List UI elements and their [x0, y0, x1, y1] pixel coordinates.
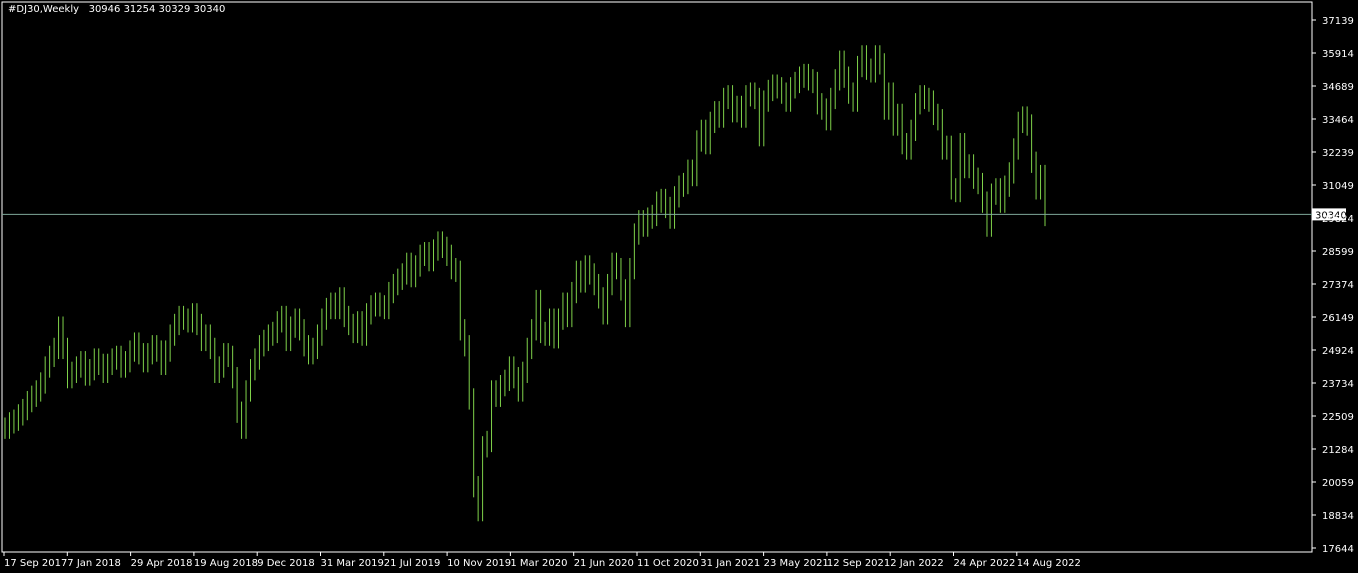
y-tick-label: 20059: [1322, 478, 1354, 489]
y-tick-label: 26149: [1322, 313, 1354, 324]
y-tick-label: 17644: [1322, 544, 1354, 555]
x-tick-label: 31 Jan 2021: [700, 558, 760, 569]
y-tick-label: 23734: [1322, 379, 1354, 390]
symbol-name: #DJ30,Weekly: [8, 4, 80, 15]
x-tick-label: 19 Aug 2018: [194, 558, 258, 569]
x-tick-label: 24 Apr 2022: [954, 558, 1016, 569]
y-tick-label: 21284: [1322, 445, 1354, 456]
y-tick-label: 32239: [1322, 148, 1354, 159]
y-tick-label: 34689: [1322, 82, 1354, 93]
x-tick-label: 1 Mar 2020: [510, 558, 567, 569]
symbol-label: #DJ30,Weekly 30946 31254 30329 30340: [8, 4, 225, 15]
x-tick-label: 9 Dec 2018: [257, 558, 315, 569]
x-tick-label: 29 Apr 2018: [131, 558, 193, 569]
y-tick-label: 22509: [1322, 412, 1354, 423]
x-tick-label: 17 Sep 2017: [4, 558, 67, 569]
chart-window[interactable]: 30340 37139 35914 34689 33464 32239 31049 29824…: [0, 0, 1358, 573]
ohlc-values: 30946 31254 30329 30340: [88, 4, 226, 15]
x-tick-label: 14 Aug 2022: [1017, 558, 1081, 569]
x-tick-label: 7 Jan 2018: [67, 558, 121, 569]
x-tick-label: 31 Mar 2019: [321, 558, 384, 569]
y-tick-label: 27374: [1322, 280, 1354, 291]
y-tick-label: 29824: [1322, 214, 1354, 225]
y-tick-label: 31049: [1322, 181, 1354, 192]
y-tick-label: 33464: [1322, 115, 1354, 126]
plot-frame: [1, 1, 1313, 553]
y-tick-label: 28599: [1322, 247, 1354, 258]
x-tick-label: 12 Sep 2021: [827, 558, 890, 569]
x-tick-label: 11 Oct 2020: [637, 558, 699, 569]
x-tick-label: 21 Jun 2020: [574, 558, 634, 569]
x-tick-label: 21 Jul 2019: [384, 558, 441, 569]
x-tick-label: 10 Nov 2019: [447, 558, 511, 569]
y-tick-label: 24924: [1322, 346, 1354, 357]
x-tick-label: 2 Jan 2022: [890, 558, 944, 569]
y-tick-label: 35914: [1322, 49, 1354, 60]
price-chart[interactable]: 3034037139359143468933464322393104929824…: [0, 0, 1358, 573]
y-tick-label: 18834: [1322, 511, 1354, 522]
y-tick-label: 37139: [1322, 16, 1354, 27]
x-tick-label: 23 May 2021: [764, 558, 829, 569]
